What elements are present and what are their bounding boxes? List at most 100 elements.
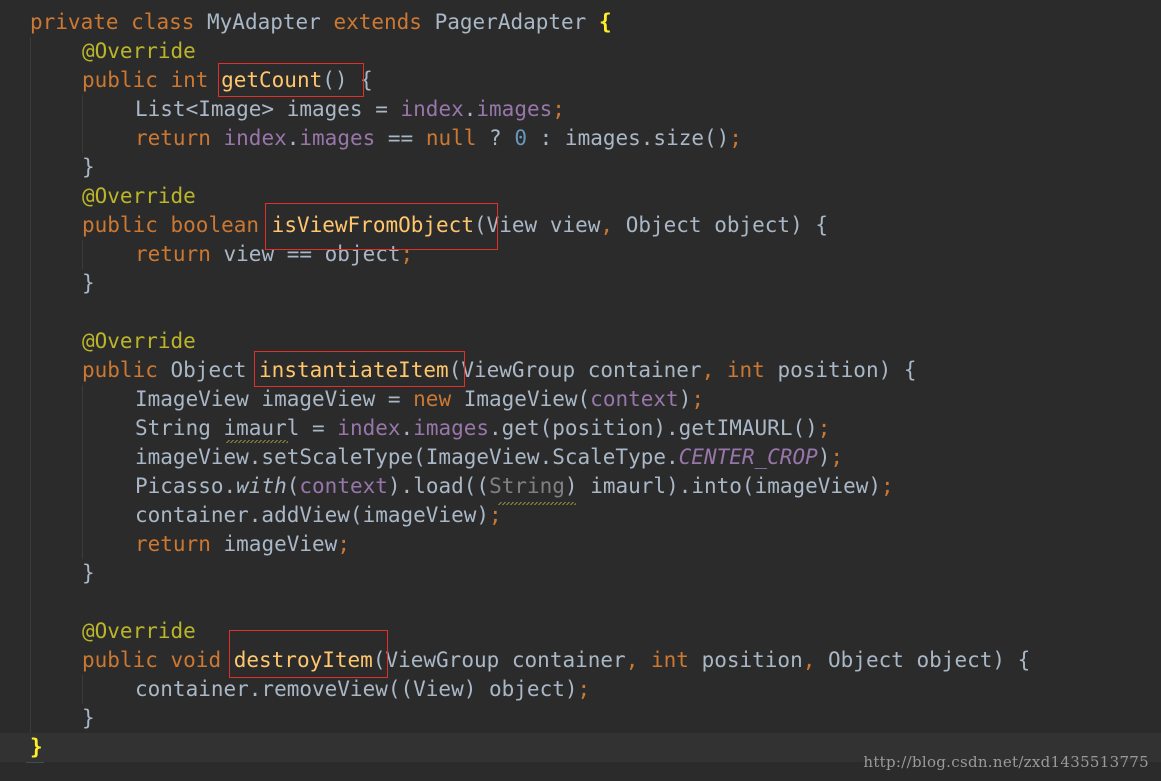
code-token: container.addView(imageView) [135,503,490,527]
code-token: images [413,416,490,440]
code-token: public [82,358,171,382]
code-token: ; [729,126,742,150]
code-token: container.removeView((View) object) [135,677,578,701]
indent-guide [82,95,83,153]
code-token: (ViewGroup container [372,648,626,672]
code-token: boolean [170,213,272,237]
code-token: . [286,126,300,150]
warning-squiggle [498,502,576,505]
code-token: return [135,532,224,556]
code-token: class [131,10,208,34]
code-line-text: @Override [82,327,196,356]
code-token: Object [170,358,260,382]
code-token: MyAdapter [207,10,334,34]
code-token: return [135,126,224,150]
code-token: : images.size() [527,126,730,150]
code-token: private [30,10,132,34]
method-highlight-box [218,63,364,97]
code-token: @Override [82,39,196,63]
code-line-text: } [82,704,95,733]
code-line-text: ImageView imageView = new ImageView(cont… [135,385,704,414]
code-token: ? [489,126,515,150]
code-token: ( [286,474,300,498]
indent-guide [82,385,83,559]
code-token: int [650,648,702,672]
code-token: .get(position).getIMAURL() [489,416,818,440]
code-token: Picasso. [135,474,237,498]
code-token: void [170,648,234,672]
warning-squiggle [226,440,288,443]
method-highlight-box [229,630,388,678]
code-token: ; [552,97,565,121]
code-line-text: return imageView; [135,530,350,559]
code-line-text: @Override [82,182,196,211]
code-token: ; [817,416,831,440]
code-line-text: Picasso.with(context).load((String) imau… [135,472,894,501]
code-token: String imaurl = [135,416,338,440]
code-token: ) imaurl).into(imageView) [564,474,881,498]
code-editor[interactable]: private class MyAdapter extends PagerAda… [0,0,1161,781]
code-token: 0 [514,126,527,150]
code-token: int [170,68,222,92]
code-token: ; [577,677,591,701]
code-token: . [400,416,414,440]
code-token: ImageView( [463,387,591,411]
code-token: ; [489,503,502,527]
code-token: extends [333,10,435,34]
method-highlight-box [265,203,498,250]
code-token: , [802,648,829,672]
indent-guide [82,240,83,269]
code-token: (ViewGroup container [448,358,702,382]
code-token: } [82,561,95,585]
code-line-text: imageView.setScaleType(ImageView.ScaleTy… [135,443,843,472]
code-token: ) [817,445,831,469]
code-token: , [625,648,651,672]
code-token: } [82,271,95,295]
code-line-text: return index.images == null ? 0 : images… [135,124,742,153]
code-line-text: String imaurl = index.images.get(positio… [135,414,830,443]
code-token: index [400,97,464,121]
code-token: ) [678,387,692,411]
code-token: @Override [82,329,196,353]
code-token: public [82,648,171,672]
code-token: , [701,358,727,382]
code-token: new [413,387,464,411]
code-token: public [82,213,171,237]
code-line-text: private class MyAdapter extends PagerAda… [30,8,612,37]
code-token: Object object) { [625,213,828,237]
code-token: @Override [82,619,196,643]
code-token: , [600,213,626,237]
code-token: context [590,387,679,411]
code-token: String [489,474,565,498]
code-token: ImageView imageView = [135,387,414,411]
watermark-url: http://blog.csdn.net/zxd1435513775 [863,753,1149,771]
code-token: position [701,648,803,672]
code-token: public [82,68,171,92]
code-line-text: public void destroyItem(ViewGroup contai… [82,646,1030,675]
indent-guide [30,37,31,733]
code-token: null [425,126,490,150]
code-token: return [135,242,224,266]
code-line-text: @Override [82,617,196,646]
code-token: images [476,97,553,121]
code-token: @Override [82,184,196,208]
code-line-text: List<Image> images = index.images; [135,95,565,124]
code-token: { [598,10,612,34]
code-line-text: } [30,733,43,762]
method-highlight-box [254,351,465,387]
code-token: int [726,358,778,382]
code-token: ; [337,532,350,556]
indent-guide [82,675,83,704]
code-token: } [30,735,43,759]
code-token: } [82,155,95,179]
code-token: ).load(( [387,474,490,498]
code-token: with [236,474,287,498]
code-token: images [299,126,376,150]
code-line-text: } [82,153,95,182]
code-token: Object object) { [828,648,1031,672]
code-token: position) { [777,358,917,382]
code-token: ; [691,387,704,411]
code-token: ; [830,445,844,469]
code-token: index [337,416,401,440]
code-token: index [223,126,287,150]
